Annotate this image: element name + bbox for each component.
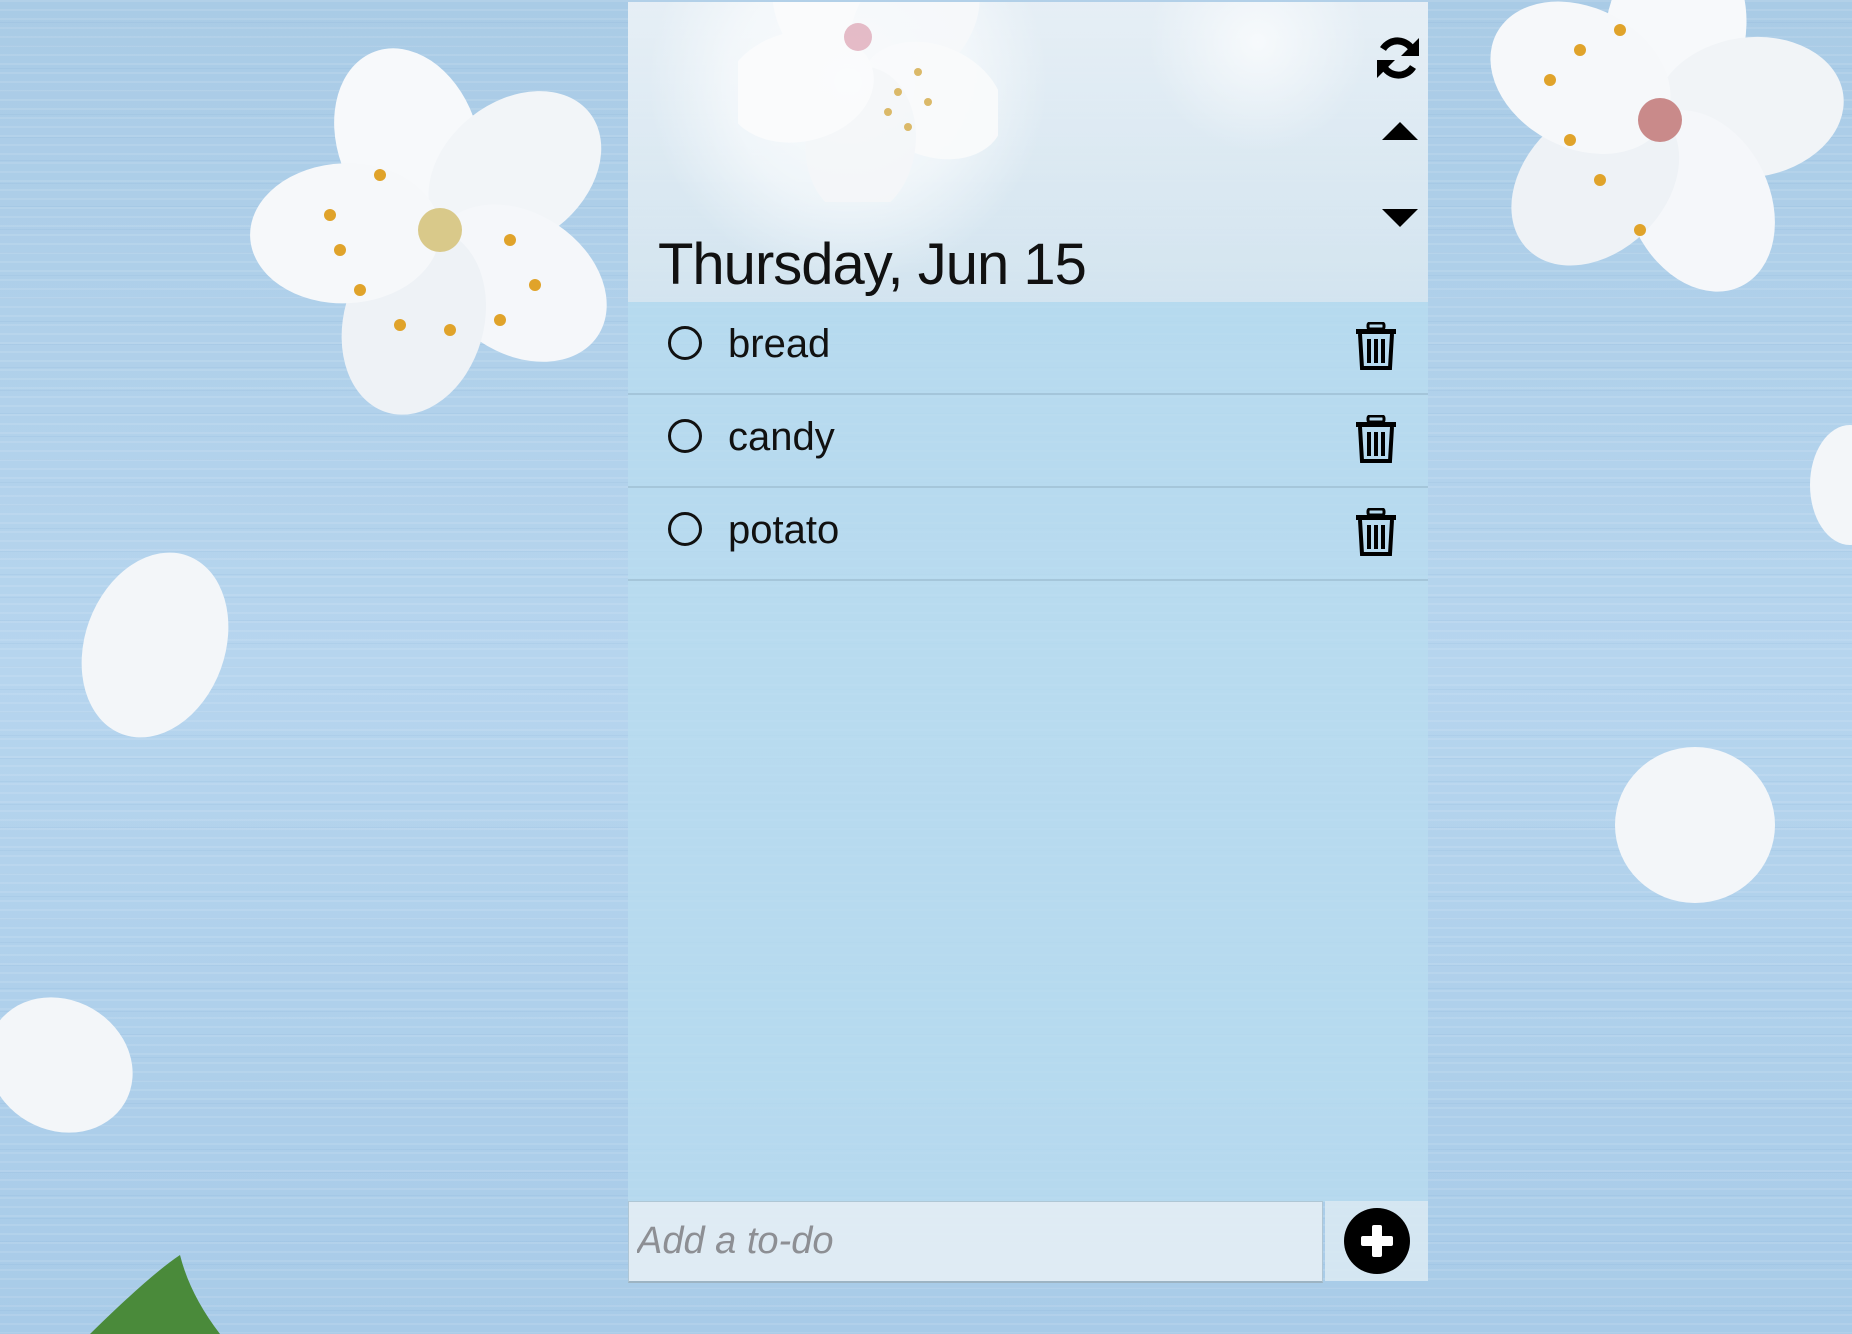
trash-icon	[1356, 507, 1396, 556]
add-todo-button[interactable]	[1343, 1208, 1410, 1274]
refresh-button[interactable]	[1370, 30, 1426, 86]
add-todo-bar	[628, 1201, 1428, 1283]
scroll-up-button[interactable]	[1380, 117, 1420, 147]
add-todo-input[interactable]	[628, 1201, 1323, 1283]
caret-down-icon	[1382, 209, 1418, 227]
petal-decoration	[1810, 425, 1852, 545]
blossom-decoration	[250, 48, 607, 415]
todo-item: potato	[628, 488, 1428, 581]
trash-icon	[1356, 414, 1396, 463]
todo-item: bread	[628, 302, 1428, 395]
leaf-decoration	[90, 1255, 220, 1334]
todo-list: bread candy potato	[628, 302, 1428, 581]
delete-todo-button[interactable]	[1354, 321, 1398, 370]
trash-icon	[1356, 321, 1396, 370]
scroll-down-button[interactable]	[1380, 202, 1420, 232]
add-button-container	[1325, 1201, 1428, 1281]
petal-decoration	[81, 552, 229, 738]
date-title: Thursday, Jun 15	[658, 232, 1087, 297]
todo-checkbox[interactable]	[668, 512, 702, 546]
blossom-decoration	[738, 2, 998, 202]
petal-decoration	[1615, 747, 1775, 903]
delete-todo-button[interactable]	[1354, 414, 1398, 463]
caret-up-icon	[1382, 122, 1418, 140]
blossom-decoration	[1490, 0, 1844, 292]
todo-checkbox[interactable]	[668, 326, 702, 360]
todo-panel: Thursday, Jun 15 bread candy potato Add …	[628, 2, 1428, 1283]
todo-label: bread	[728, 322, 831, 366]
petal-decoration	[0, 997, 133, 1133]
todo-label: potato	[728, 508, 840, 552]
panel-header: Thursday, Jun 15	[628, 2, 1428, 302]
refresh-icon	[1377, 37, 1419, 79]
delete-todo-button[interactable]	[1354, 507, 1398, 556]
todo-label: candy	[728, 415, 835, 459]
plus-circle-icon	[1360, 1225, 1393, 1257]
todo-item: candy	[628, 395, 1428, 488]
todo-checkbox[interactable]	[668, 419, 702, 453]
